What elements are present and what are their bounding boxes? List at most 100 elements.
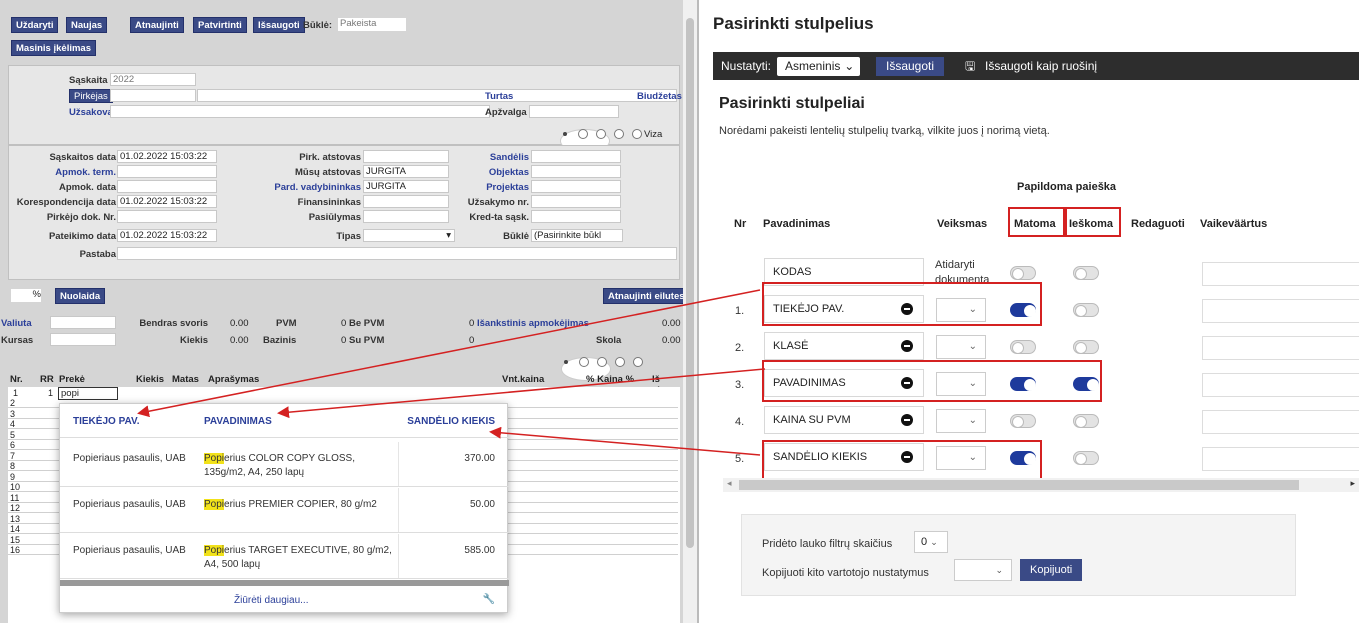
prepayment-link[interactable]: Išankstinis apmokėjimas [477, 318, 589, 329]
order-no-field[interactable] [531, 195, 621, 208]
searchable-toggle[interactable] [1073, 266, 1099, 280]
col-rr: RR [40, 374, 54, 385]
scrollbar-thumb[interactable] [686, 18, 694, 548]
see-more-link[interactable]: Žiūrėti daugiau... [234, 594, 309, 608]
rate-field[interactable] [50, 333, 116, 346]
column-name-cell[interactable]: KLASĖ [764, 332, 924, 360]
user-select[interactable]: ⌄ [954, 559, 1012, 581]
scroll-right-icon[interactable]: ▸ [1350, 478, 1355, 489]
popup-row[interactable]: Popieriaus pasaulis, UAB Popierius COLOR … [60, 442, 509, 487]
payment-date-label: Apmok. data [58, 182, 116, 193]
note-field[interactable] [117, 247, 677, 260]
filter-count-select[interactable]: 0 ⌄ [914, 531, 948, 553]
table-scrollbar[interactable]: ◂ ▸ [723, 478, 1359, 492]
assets-link[interactable]: Turtas [485, 91, 513, 102]
refresh-button[interactable]: Atnaujinti [130, 17, 184, 33]
grid-radio-4[interactable] [615, 357, 625, 367]
sales-manager-link[interactable]: Pard. vadybininkas [249, 182, 361, 193]
discount-button[interactable]: Nuolaida [55, 288, 106, 304]
row-nr: 3. [735, 379, 745, 391]
default-value-input[interactable] [1202, 373, 1359, 397]
financier-field[interactable] [363, 195, 449, 208]
preset-select[interactable]: Asmeninis ⌄ [777, 57, 861, 76]
left-scrollbar[interactable] [683, 0, 697, 623]
offer-field[interactable] [363, 210, 449, 223]
confirm-button[interactable]: Patvirtinti [193, 17, 247, 33]
correspondence-date-field[interactable]: 01.02.2022 15:03:22 [117, 195, 217, 208]
state-select[interactable]: (Pasirinkite būkl [531, 229, 623, 242]
col-price-pct: % Kaina % [586, 374, 635, 385]
radio-5[interactable] [632, 129, 642, 139]
project-field[interactable] [531, 180, 621, 193]
object-field[interactable] [531, 165, 621, 178]
save-icon[interactable]: 🖫 [965, 57, 975, 76]
column-row[interactable]: 4. KAINA SU PVM ⌄ [699, 406, 1359, 438]
searchable-toggle[interactable] [1073, 303, 1099, 317]
table-scroll-thumb[interactable] [739, 480, 1299, 490]
sales-manager-field[interactable]: JURGITA [363, 180, 449, 193]
credit-invoice-field[interactable] [531, 210, 621, 223]
type-select[interactable]: ▾ [363, 229, 455, 242]
remove-icon[interactable] [901, 414, 913, 426]
default-value-input[interactable] [1202, 262, 1359, 286]
new-button[interactable]: Naujas [66, 17, 108, 33]
wrench-icon[interactable]: 🔧 [483, 593, 495, 607]
object-link[interactable]: Objektas [449, 167, 529, 178]
buyer-button[interactable]: Pirkėjas [69, 89, 113, 103]
payment-date-field[interactable] [117, 180, 217, 193]
popup-scrollbar[interactable] [60, 580, 509, 586]
budget-link[interactable]: Biudžetas [637, 91, 682, 102]
copy-button[interactable]: Kopijuoti [1020, 559, 1083, 581]
our-rep-field[interactable]: JURGITA [363, 165, 449, 178]
warehouse-field[interactable] [531, 150, 621, 163]
searchable-toggle[interactable] [1073, 340, 1099, 354]
project-link[interactable]: Projektas [449, 182, 529, 193]
radio-4[interactable] [614, 129, 624, 139]
payment-term-link[interactable]: Apmok. term. [21, 167, 116, 178]
default-value-input[interactable] [1202, 336, 1359, 360]
visible-toggle[interactable] [1010, 266, 1036, 280]
close-button[interactable]: Uždaryti [11, 17, 59, 33]
row-nr: 2. [735, 342, 745, 354]
customer-field[interactable] [110, 105, 490, 118]
delivery-date-field[interactable]: 01.02.2022 15:03:22 [117, 229, 217, 242]
radio-label: Viza [644, 129, 663, 140]
currency-field[interactable] [50, 316, 116, 329]
col-name-header: Pavadinimas [763, 218, 831, 230]
radio-3[interactable] [596, 129, 606, 139]
default-value-input[interactable] [1202, 299, 1359, 323]
action-select[interactable]: ⌄ [936, 335, 986, 359]
popup-row[interactable]: Popieriaus pasaulis, UAB Popierius PREMIE… [60, 488, 509, 533]
save-button[interactable]: Išsaugoti [253, 17, 305, 33]
buyer-name-field[interactable] [197, 89, 677, 102]
action-select[interactable]: ⌄ [936, 409, 986, 433]
update-lines-button[interactable]: Atnaujinti eilutes [603, 288, 690, 304]
grid-radio-3[interactable] [597, 357, 607, 367]
warehouse-link[interactable]: Sandėlis [449, 152, 529, 163]
row-number: 14 [10, 524, 21, 534]
buyer-rep-field[interactable] [363, 150, 449, 163]
invoice-date-field[interactable]: 01.02.2022 15:03:22 [117, 150, 217, 163]
save-settings-button[interactable]: Išsaugoti [876, 57, 945, 76]
searchable-toggle[interactable] [1073, 451, 1099, 465]
buyer-code-field[interactable] [110, 89, 196, 102]
invoice-field[interactable]: 2022 [110, 73, 196, 86]
column-name-cell[interactable]: KAINA SU PVM [764, 406, 924, 434]
grid-radio-5[interactable] [633, 357, 643, 367]
visible-toggle[interactable] [1010, 414, 1036, 428]
payment-term-field[interactable] [117, 165, 217, 178]
grid-radio-2[interactable] [579, 357, 589, 367]
mass-import-button[interactable]: Masinis įkėlimas [11, 40, 96, 56]
scroll-left-icon[interactable]: ◂ [727, 478, 732, 489]
default-value-input[interactable] [1202, 447, 1359, 471]
save-as-template-button[interactable]: Išsaugoti kaip ruošinį [985, 57, 1097, 76]
remove-icon[interactable] [901, 340, 913, 352]
popup-row[interactable]: Popieriaus pasaulis, UAB Popierius TARGET… [60, 534, 509, 579]
radio-2[interactable] [578, 129, 588, 139]
currency-link[interactable]: Valiuta [1, 318, 32, 329]
searchable-toggle[interactable] [1073, 414, 1099, 428]
visible-toggle[interactable] [1010, 340, 1036, 354]
default-value-input[interactable] [1202, 410, 1359, 434]
buyer-doc-field[interactable] [117, 210, 217, 223]
overview-field[interactable] [529, 105, 619, 118]
